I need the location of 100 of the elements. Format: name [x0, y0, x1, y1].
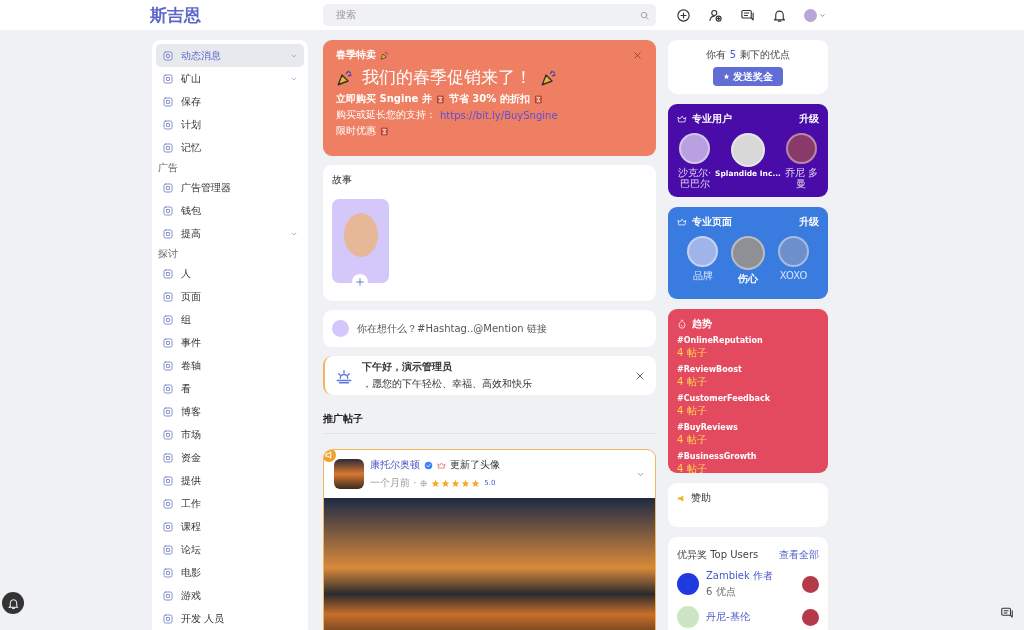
avatar-placeholder — [677, 606, 699, 628]
avatar-placeholder[interactable] — [785, 133, 817, 164]
sidebar-item[interactable]: 工作 — [156, 492, 304, 515]
sidebar-item[interactable]: 资金 — [156, 446, 304, 469]
sidebar-item[interactable]: 人 — [156, 262, 304, 285]
sidebar-item[interactable]: 论坛 — [156, 538, 304, 561]
upgrade-link[interactable]: 升级 — [799, 112, 819, 126]
post-count: 4 帖子 — [677, 346, 708, 360]
page-avatar[interactable] — [731, 236, 765, 270]
user-name[interactable]: 沙克尔·巴巴尔 — [677, 167, 713, 189]
star-icon — [471, 478, 481, 488]
star-icon — [441, 478, 451, 488]
sidebar-item[interactable]: 市场 — [156, 423, 304, 446]
points-count: 5 — [729, 49, 737, 60]
menu-item-icon — [162, 72, 174, 85]
sidebar-item[interactable]: 电影 — [156, 561, 304, 584]
hashtag-link[interactable]: #BuyReviews — [677, 423, 819, 432]
card-title: 优异奖 Top Users — [677, 548, 759, 562]
menu-item-icon — [162, 566, 174, 579]
close-icon[interactable] — [632, 49, 643, 61]
user-avatar[interactable] — [804, 8, 817, 22]
hashtag-link[interactable]: #BusinessGrowth — [677, 452, 819, 461]
hashtag-link[interactable]: #CustomerFeedback — [677, 394, 819, 403]
hourglass-icon — [533, 94, 543, 104]
user-name[interactable]: Zambiek 作者 — [706, 569, 773, 583]
chat-icon[interactable] — [1000, 606, 1014, 620]
page-avatar[interactable] — [778, 236, 809, 267]
sidebar-item[interactable]: 页面 — [156, 285, 304, 308]
menu-item-icon — [162, 313, 174, 326]
author-name[interactable]: 康托尔奥顿 — [370, 458, 420, 472]
send-bonus-button[interactable]: 发送奖金 — [713, 67, 783, 86]
menu-item-icon — [162, 118, 174, 131]
page-name[interactable]: 品牌 — [692, 270, 713, 281]
bell-icon[interactable] — [772, 7, 787, 23]
page-avatar[interactable] — [687, 236, 718, 267]
sidebar-item[interactable]: 课程 — [156, 515, 304, 538]
photo-placeholder — [334, 459, 364, 489]
notification-button[interactable] — [2, 592, 24, 614]
menu-item-icon — [162, 428, 174, 441]
section-label: 探讨 — [157, 246, 179, 261]
verified-icon — [424, 460, 433, 470]
megaphone-icon — [677, 493, 686, 503]
post-composer[interactable]: 你在想什么？#Hashtag..@Mention 链接 — [323, 310, 656, 347]
sidebar-item[interactable]: 博客 — [156, 400, 304, 423]
plus-circle-icon[interactable] — [676, 7, 691, 23]
sidebar-item[interactable]: 动态消息 — [156, 44, 304, 67]
menu-item-icon — [162, 451, 174, 464]
drop-icon — [677, 319, 687, 329]
offer-text: 立即购买 Sngine 并 — [336, 92, 432, 106]
crown-icon — [677, 114, 687, 124]
caret-icon[interactable] — [819, 11, 826, 19]
sidebar-item[interactable]: 提供 — [156, 469, 304, 492]
promo-tag: 春季特卖 — [336, 48, 376, 62]
sidebar-item[interactable]: 事件 — [156, 331, 304, 354]
star-icon — [451, 478, 461, 488]
user-name[interactable]: 乔尼 多曼 — [783, 167, 819, 189]
page-name[interactable]: 伤心 — [738, 273, 758, 284]
party-popper-icon — [540, 68, 558, 87]
menu-item-icon — [162, 543, 174, 556]
menu-item-icon — [162, 405, 174, 418]
hashtag-link[interactable]: #OnlineReputation — [677, 336, 819, 345]
sidebar-item[interactable]: 开发 人员 — [156, 607, 304, 630]
card-title: 专业用户 — [692, 112, 732, 126]
chat-icon[interactable] — [740, 7, 755, 23]
greeting-message: ，愿您的下午轻松、幸福、高效和快乐 — [362, 377, 533, 391]
post-count: 4 帖子 — [677, 433, 708, 447]
search-icon[interactable] — [639, 9, 650, 21]
sidebar-item[interactable]: 看 — [156, 377, 304, 400]
menu-item-icon — [162, 227, 174, 240]
post-count: 4 帖子 — [677, 375, 708, 389]
hashtag-link[interactable]: #ReviewBoost — [677, 365, 819, 374]
upgrade-link[interactable]: 升级 — [799, 215, 819, 229]
hourglass-icon — [435, 94, 445, 104]
menu-item-icon — [162, 520, 174, 533]
user-name[interactable]: 丹尼-基伦 — [706, 610, 750, 624]
menu-item-icon — [162, 181, 174, 194]
sidebar-item[interactable]: 广告管理器 — [156, 176, 304, 199]
sidebar-item[interactable]: 提高 — [156, 222, 304, 245]
sidebar-item[interactable]: 组 — [156, 308, 304, 331]
sidebar-item[interactable]: 钱包 — [156, 199, 304, 222]
limited-offer-text: 限时优惠 — [336, 124, 376, 138]
add-user-icon[interactable] — [708, 7, 723, 23]
post-action: 更新了头像 — [450, 458, 500, 472]
avatar-placeholder[interactable] — [679, 133, 711, 164]
sidebar-item[interactable]: 保存 — [156, 90, 304, 113]
card-title: 专业页面 — [692, 215, 732, 229]
sidebar-item[interactable]: 矿山 — [156, 67, 304, 90]
sidebar-item[interactable]: 卷轴 — [156, 354, 304, 377]
sidebar-item[interactable]: 计划 — [156, 113, 304, 136]
menu-item-icon — [162, 474, 174, 487]
see-all-link[interactable]: 查看全部 — [779, 548, 819, 562]
sidebar-item[interactable]: 游戏 — [156, 584, 304, 607]
crown-icon — [677, 217, 687, 227]
rank-badge-icon — [802, 575, 819, 593]
card-title: 赞助 — [691, 491, 711, 505]
site-logo[interactable]: 斯吉恩 — [150, 3, 323, 27]
stories-title: 故事 — [332, 173, 353, 187]
avatar-placeholder[interactable] — [731, 133, 765, 167]
menu-item-icon — [162, 612, 174, 625]
sidebar-item[interactable]: 记忆 — [156, 136, 304, 159]
